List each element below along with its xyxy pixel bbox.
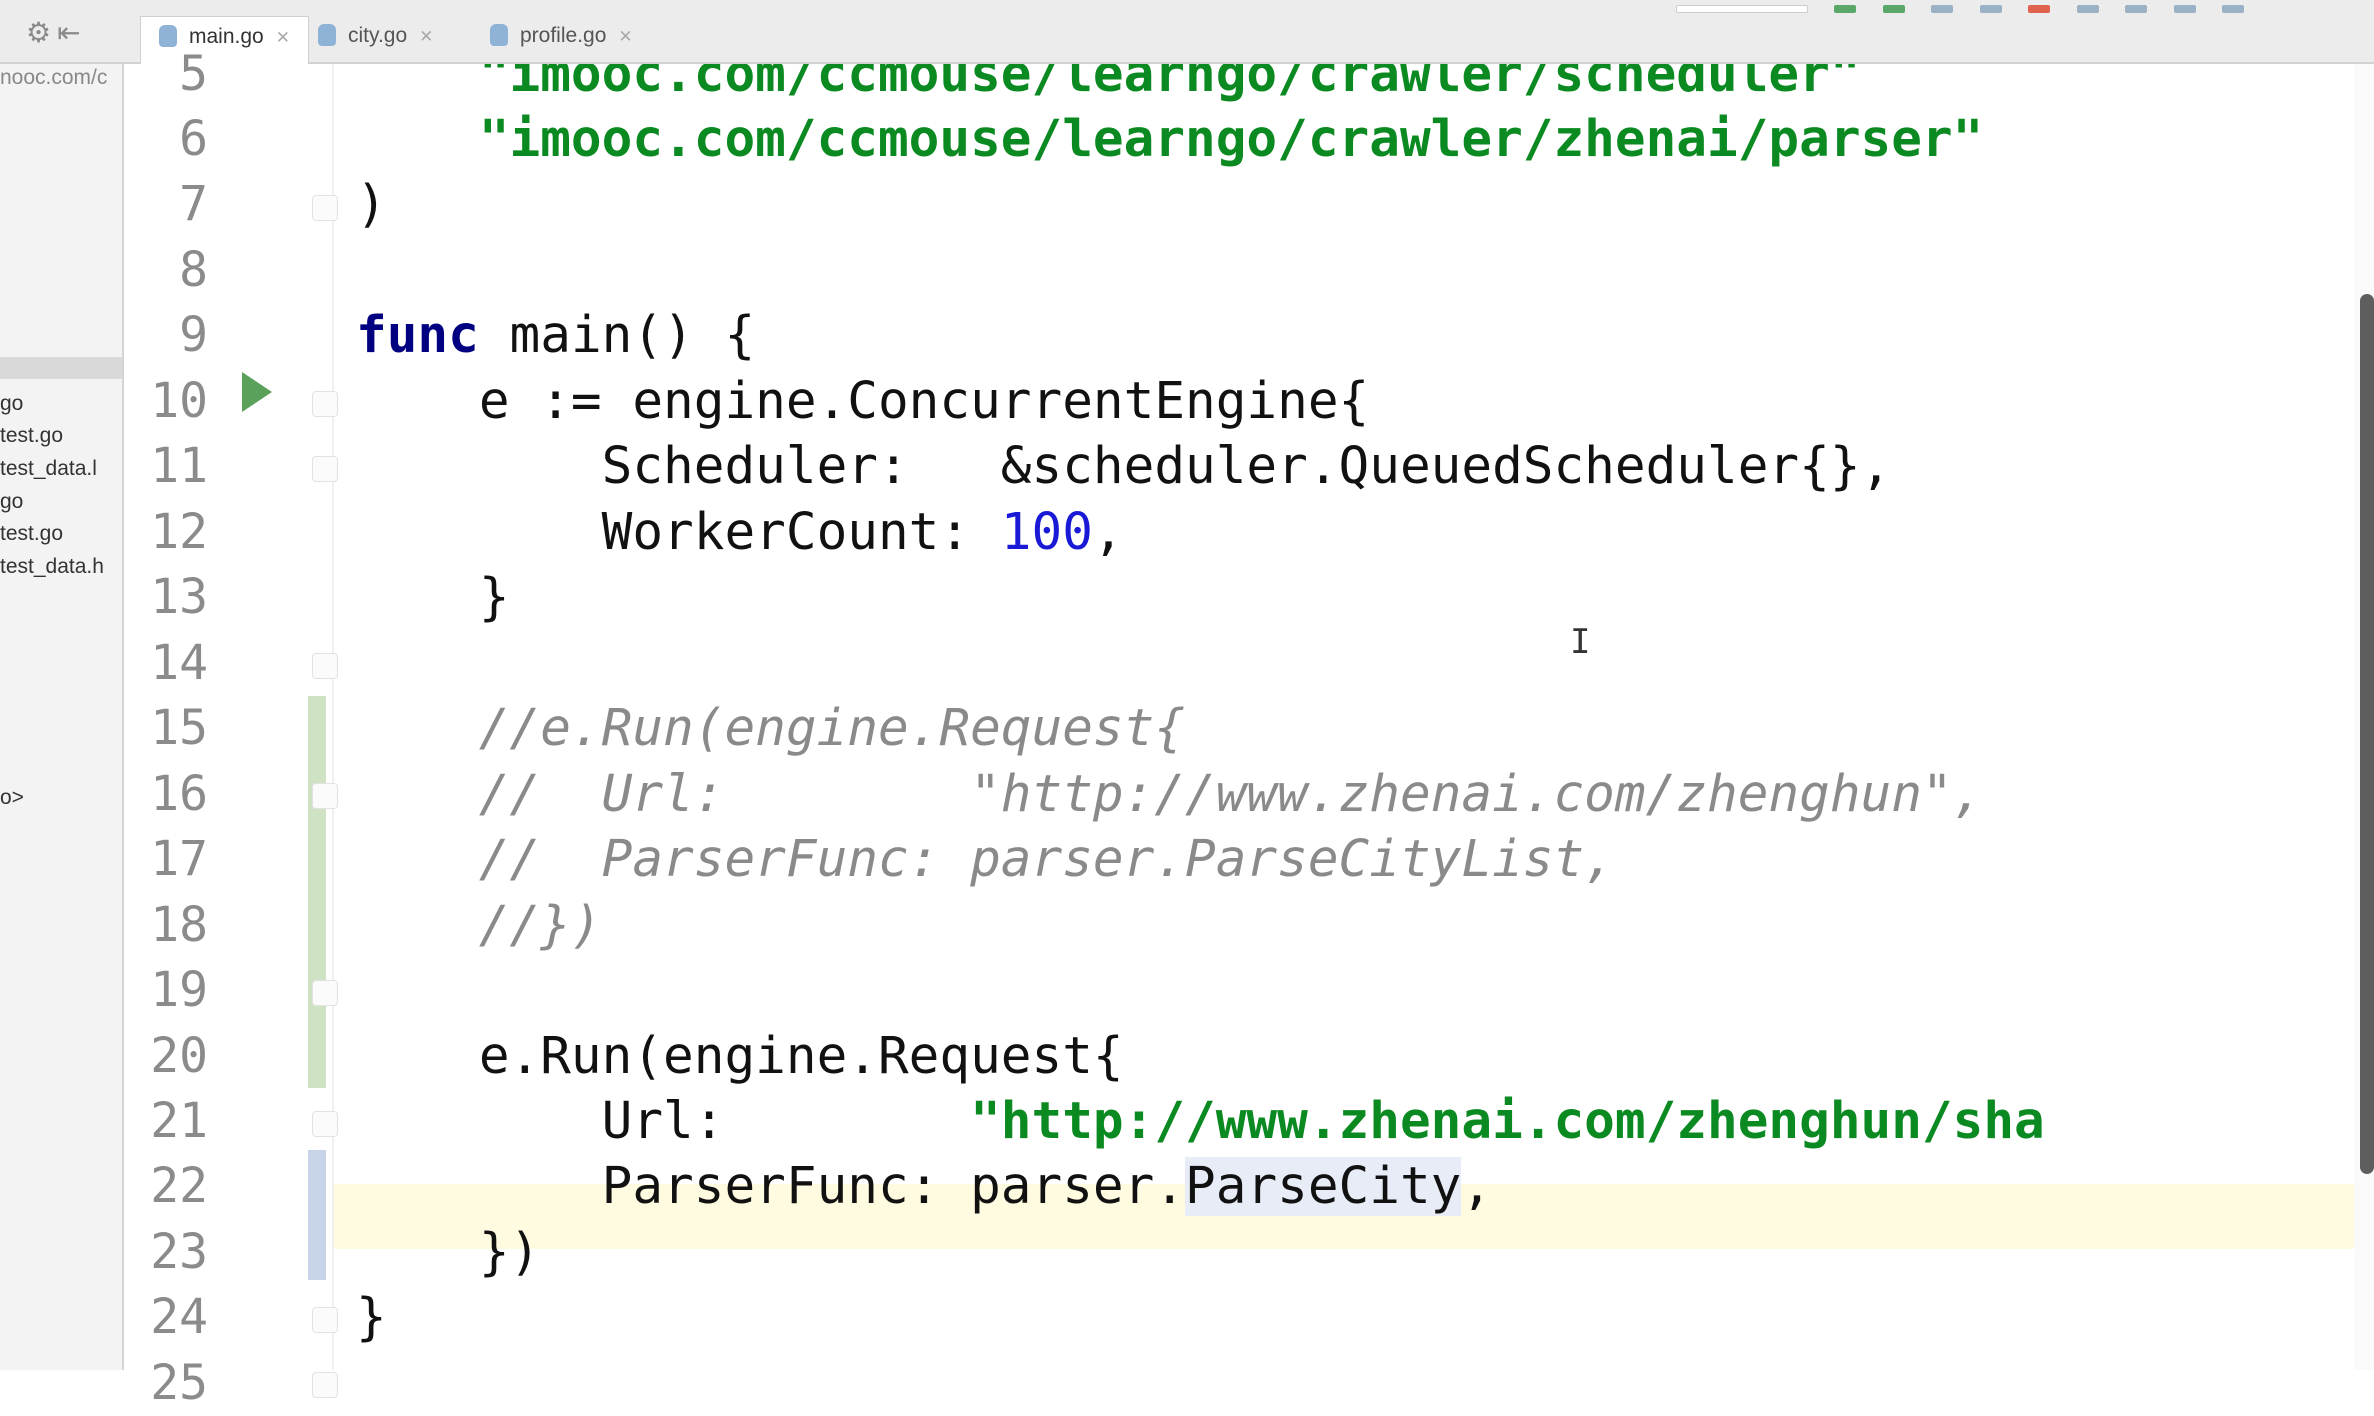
vcs-icon[interactable] bbox=[2076, 5, 2099, 13]
code-line: //e.Run(engine.Request{ bbox=[356, 699, 1186, 758]
panel-divider[interactable] bbox=[0, 357, 122, 379]
line-number: 11 bbox=[150, 438, 208, 494]
code-line: "imooc.com/ccmouse/learngo/crawler/sched… bbox=[356, 64, 1861, 104]
vcs-change-marker[interactable] bbox=[308, 696, 326, 1088]
stop-icon[interactable] bbox=[2028, 5, 2051, 13]
line-number: 18 bbox=[150, 897, 208, 953]
code-line: e.Run(engine.Request{ bbox=[356, 1027, 1124, 1086]
tree-item[interactable]: test_data.h bbox=[0, 555, 104, 579]
code-line: "imooc.com/ccmouse/learngo/crawler/zhena… bbox=[356, 110, 1984, 169]
search-icon[interactable] bbox=[2222, 5, 2245, 13]
code-line: } bbox=[356, 1288, 387, 1347]
fold-marker[interactable] bbox=[312, 1372, 338, 1398]
code-line: Scheduler: &scheduler.QueuedScheduler{}, bbox=[356, 437, 1892, 496]
line-number: 19 bbox=[150, 962, 208, 1018]
line-number: 13 bbox=[150, 569, 208, 625]
project-panel: nooc.com/c go test.go test_data.l go tes… bbox=[0, 64, 124, 1370]
coverage-icon[interactable] bbox=[1931, 5, 1954, 13]
run-icon[interactable] bbox=[1834, 5, 1857, 13]
tree-item[interactable]: go bbox=[0, 392, 23, 416]
code-line: // Url: "http://www.zhenai.com/zhenghun"… bbox=[356, 765, 1984, 824]
project-tool-icons: ⚙⇤ bbox=[26, 16, 87, 49]
line-number: 21 bbox=[150, 1093, 208, 1149]
tree-item[interactable]: o> bbox=[0, 786, 24, 810]
settings-icon[interactable] bbox=[2125, 5, 2148, 13]
text-cursor-icon: I bbox=[1570, 622, 1591, 662]
line-number: 5 bbox=[179, 46, 208, 102]
tab-city-go[interactable]: city.go ✕ bbox=[300, 16, 451, 64]
line-number: 7 bbox=[179, 176, 208, 232]
close-tab-icon[interactable]: ✕ bbox=[618, 27, 632, 46]
profile-icon[interactable] bbox=[1979, 5, 2002, 13]
editor-tab-bar: ⚙⇤ main.go ✕ city.go ✕ profile.go ✕ bbox=[0, 0, 2374, 64]
tree-item[interactable]: test_data.l bbox=[0, 457, 97, 481]
run-config-selector[interactable] bbox=[1676, 5, 1808, 13]
code-line: } bbox=[356, 568, 510, 627]
close-tab-icon[interactable]: ✕ bbox=[276, 28, 290, 47]
tab-label: city.go bbox=[348, 24, 408, 47]
tree-item[interactable]: test.go bbox=[0, 424, 63, 448]
line-number: 24 bbox=[150, 1289, 208, 1345]
line-number: 12 bbox=[150, 504, 208, 560]
line-number: 9 bbox=[179, 307, 208, 363]
collapse-icon[interactable]: ⇤ bbox=[57, 17, 86, 48]
line-number: 25 bbox=[150, 1355, 208, 1411]
code-line: ) bbox=[356, 175, 387, 234]
line-number: 14 bbox=[150, 635, 208, 691]
run-gutter-icon[interactable] bbox=[242, 372, 272, 412]
tree-item[interactable]: test.go bbox=[0, 522, 63, 546]
editor-gutter: 5 6 7 8 9 10 11 12 13 14 15 16 17 18 19 … bbox=[126, 46, 338, 1411]
run-toolbar bbox=[1654, 0, 2374, 13]
line-number: 10 bbox=[150, 373, 208, 429]
code-line: }) bbox=[356, 1223, 541, 1282]
line-number: 16 bbox=[150, 766, 208, 822]
code-line: // ParserFunc: parser.ParseCityList, bbox=[356, 830, 1615, 889]
line-number: 6 bbox=[179, 111, 208, 167]
line-number: 8 bbox=[179, 242, 208, 298]
go-file-icon bbox=[490, 24, 508, 46]
go-file-icon bbox=[318, 24, 336, 46]
code-line: //}) bbox=[356, 896, 602, 955]
vcs-change-marker[interactable] bbox=[308, 1150, 326, 1280]
code-line: WorkerCount: 100, bbox=[356, 503, 1124, 562]
line-number: 15 bbox=[150, 700, 208, 756]
code-editor[interactable]: "imooc.com/ccmouse/learngo/crawler/sched… bbox=[334, 64, 2374, 1370]
code-line: ParserFunc: parser.ParseCity, bbox=[356, 1157, 1493, 1216]
close-tab-icon[interactable]: ✕ bbox=[419, 27, 433, 46]
line-number: 22 bbox=[150, 1158, 208, 1214]
tab-label: profile.go bbox=[520, 24, 607, 47]
code-line: Url: "http://www.zhenai.com/zhenghun/sha bbox=[356, 1092, 2045, 1151]
structure-icon[interactable] bbox=[2173, 5, 2196, 13]
project-breadcrumb: nooc.com/c bbox=[0, 66, 108, 89]
tab-profile-go[interactable]: profile.go ✕ bbox=[472, 16, 651, 64]
line-number: 17 bbox=[150, 831, 208, 887]
code-line: e := engine.ConcurrentEngine{ bbox=[356, 372, 1370, 431]
code-line: func main() { bbox=[356, 306, 756, 365]
vertical-scrollbar-thumb[interactable] bbox=[2360, 294, 2374, 1174]
line-number: 23 bbox=[150, 1224, 208, 1280]
line-number: 20 bbox=[150, 1028, 208, 1084]
tree-item[interactable]: go bbox=[0, 490, 23, 514]
debug-icon[interactable] bbox=[1882, 5, 1905, 13]
gear-icon[interactable]: ⚙ bbox=[26, 17, 57, 48]
